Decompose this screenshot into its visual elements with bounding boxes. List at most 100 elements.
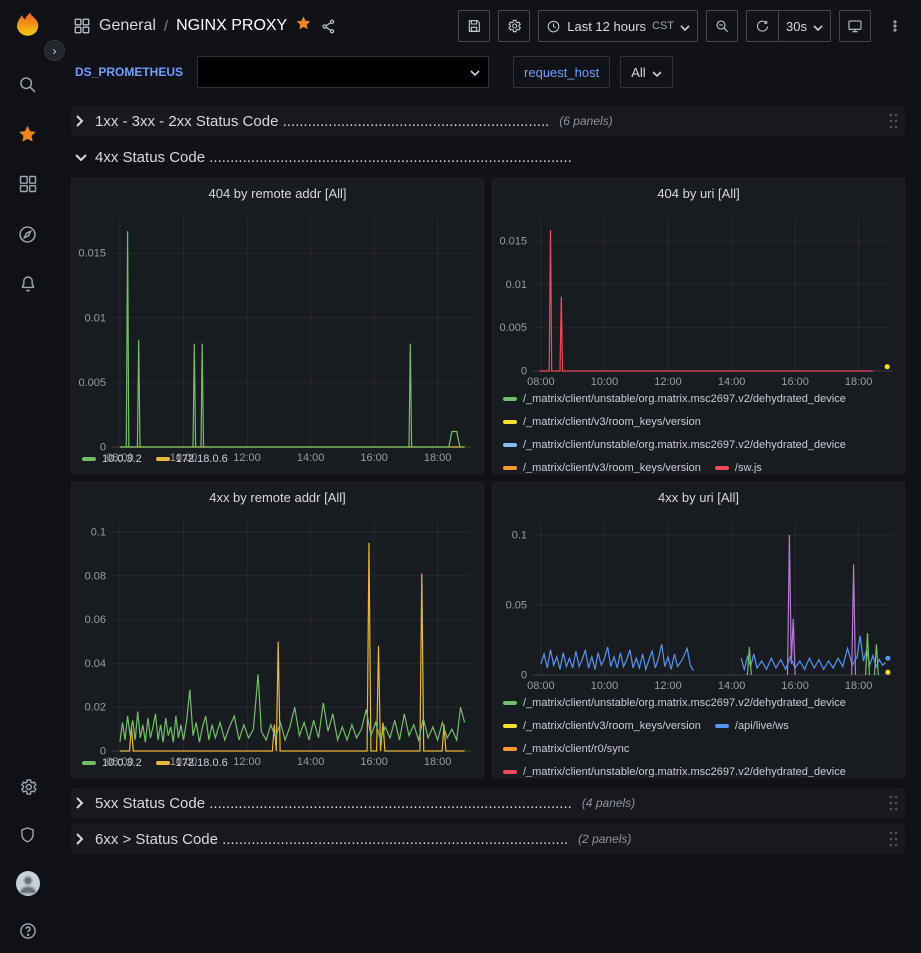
legend-swatch <box>715 466 729 470</box>
sidebar-item-profile[interactable] <box>16 871 40 895</box>
dashboard-header: General / NGINX PROXY La <box>55 0 921 52</box>
legend-item[interactable]: /api/live/ws <box>715 718 789 734</box>
legend-item[interactable]: /_matrix/client/unstable/org.matrix.msc2… <box>503 764 846 777</box>
dashboard-settings-button[interactable] <box>498 10 530 42</box>
save-dashboard-button[interactable] <box>458 10 490 42</box>
timeseries-chart[interactable]: 08:0010:0012:0014:0016:0018:0000.050.1 <box>493 513 904 693</box>
header-actions: Last 12 hours CST 30s <box>458 10 911 42</box>
cycle-view-mode-button[interactable] <box>839 10 871 42</box>
request-host-label[interactable]: request_host <box>513 56 610 88</box>
legend-swatch <box>156 457 170 461</box>
panel-grid-4xx: 404 by remote addr [All] 08:0010:0012:00… <box>71 178 905 778</box>
row-header-6xx[interactable]: 6xx > Status Code ......................… <box>71 824 905 854</box>
request-host-select[interactable]: All <box>620 56 672 88</box>
timeseries-chart[interactable]: 08:0010:0012:0014:0016:0018:0000.020.040… <box>72 513 483 753</box>
svg-text:0.02: 0.02 <box>85 702 106 714</box>
apps-icon <box>73 17 91 35</box>
legend-item[interactable]: /sw.js <box>715 460 762 473</box>
row-header-5xx[interactable]: 5xx Status Code ........................… <box>71 788 905 818</box>
more-options-button[interactable] <box>879 10 911 42</box>
legend-item[interactable]: /_matrix/client/r0/sync <box>503 741 629 757</box>
svg-text:08:00: 08:00 <box>527 680 555 692</box>
refresh-interval-dropdown[interactable]: 30s <box>778 10 831 42</box>
zoom-out-button[interactable] <box>706 10 738 42</box>
sidebar-item-alerting[interactable] <box>16 272 40 296</box>
time-range-picker[interactable]: Last 12 hours CST <box>538 10 698 42</box>
svg-text:12:00: 12:00 <box>654 680 682 692</box>
dashboard-body: 1xx - 3xx - 2xx Status Code ............… <box>55 98 921 953</box>
svg-text:0.005: 0.005 <box>499 322 527 334</box>
panel-title[interactable]: 4xx by uri [All] <box>493 483 904 513</box>
svg-text:0.015: 0.015 <box>499 236 527 248</box>
chevron-right-icon <box>75 115 95 127</box>
grafana-app: › <box>0 0 921 953</box>
svg-text:0.01: 0.01 <box>506 279 527 291</box>
row-drag-handle[interactable] <box>887 112 899 130</box>
legend-item[interactable]: /_matrix/client/unstable/org.matrix.msc2… <box>503 437 846 453</box>
datasource-select[interactable] <box>197 56 489 88</box>
legend-item[interactable]: 172.18.0.6 <box>156 451 228 467</box>
legend-label: /_matrix/client/unstable/org.matrix.msc2… <box>523 391 846 407</box>
svg-text:0.1: 0.1 <box>512 530 527 542</box>
gear-icon <box>18 777 38 797</box>
legend-item[interactable]: /_matrix/client/v3/room_keys/version <box>503 718 701 734</box>
svg-text:0.05: 0.05 <box>506 600 527 612</box>
grafana-flame-icon <box>12 11 44 41</box>
row-drag-handle[interactable] <box>887 794 899 812</box>
panel-legend: /_matrix/client/unstable/org.matrix.msc2… <box>493 389 904 473</box>
datasource-variable-label[interactable]: DS_PROMETHEUS <box>71 65 187 79</box>
row-header-1xx-3xx-2xx[interactable]: 1xx - 3xx - 2xx Status Code ............… <box>71 106 905 136</box>
timezone-label: CST <box>652 20 674 32</box>
row-title: 1xx - 3xx - 2xx Status Code ............… <box>95 113 549 130</box>
legend-item[interactable]: /_matrix/client/v3/room_keys/version <box>503 460 701 473</box>
legend-item[interactable]: 10.0.3.2 <box>82 755 142 771</box>
row-header-4xx[interactable]: 4xx Status Code ........................… <box>71 142 905 172</box>
compass-icon <box>17 224 38 245</box>
svg-text:0.1: 0.1 <box>91 527 106 539</box>
grafana-logo[interactable] <box>9 8 47 44</box>
panel-title[interactable]: 4xx by remote addr [All] <box>72 483 483 513</box>
sidebar-item-explore[interactable] <box>16 222 40 246</box>
legend-label: /_matrix/client/unstable/org.matrix.msc2… <box>523 764 846 777</box>
breadcrumb-dashboard-title[interactable]: NGINX PROXY <box>176 17 287 35</box>
svg-text:0.01: 0.01 <box>85 312 106 324</box>
gear-icon <box>506 18 522 34</box>
zoom-out-icon <box>714 18 730 34</box>
legend-item[interactable]: 172.18.0.6 <box>156 755 228 771</box>
row-drag-handle[interactable] <box>887 830 899 848</box>
timeseries-chart[interactable]: 08:0010:0012:0014:0016:0018:0000.0050.01… <box>72 209 483 449</box>
panel-legend: 10.0.3.2 172.18.0.6 <box>72 753 483 777</box>
legend-label: /_matrix/client/unstable/org.matrix.msc2… <box>523 437 846 453</box>
chevron-right-icon <box>75 797 95 809</box>
legend-label: 10.0.3.2 <box>102 451 142 467</box>
legend-label: 10.0.3.2 <box>102 755 142 771</box>
legend-swatch <box>503 747 517 751</box>
monitor-icon <box>847 18 863 34</box>
legend-item[interactable]: /_matrix/client/unstable/org.matrix.msc2… <box>503 391 846 407</box>
shield-icon <box>18 825 37 845</box>
sidebar-item-configuration[interactable] <box>16 775 40 799</box>
timeseries-chart[interactable]: 08:0010:0012:0014:0016:0018:0000.0050.01… <box>493 209 904 389</box>
panel-title[interactable]: 404 by uri [All] <box>493 179 904 209</box>
svg-text:18:00: 18:00 <box>845 376 873 388</box>
breadcrumb-section[interactable]: General <box>99 17 156 35</box>
sidebar-item-dashboards[interactable] <box>16 172 40 196</box>
legend-swatch <box>503 420 517 424</box>
panel-title[interactable]: 404 by remote addr [All] <box>72 179 483 209</box>
legend-label: 172.18.0.6 <box>176 755 228 771</box>
row-title: 6xx > Status Code ......................… <box>95 831 568 848</box>
sidebar-expand-button[interactable]: › <box>44 40 65 61</box>
question-circle-icon <box>18 921 38 941</box>
sidebar-item-server-admin[interactable] <box>16 823 40 847</box>
sidebar-item-starred[interactable] <box>16 122 40 146</box>
sidebar-item-help[interactable] <box>16 919 40 943</box>
legend-item[interactable]: /_matrix/client/unstable/org.matrix.msc2… <box>503 695 846 711</box>
legend-item[interactable]: 10.0.3.2 <box>82 451 142 467</box>
favorite-star-icon[interactable] <box>295 15 312 37</box>
chevron-down-icon <box>75 153 95 162</box>
refresh-button[interactable] <box>746 10 778 42</box>
sidebar-item-search[interactable] <box>16 72 40 96</box>
legend-item[interactable]: /_matrix/client/v3/room_keys/version <box>503 414 701 430</box>
legend-swatch <box>503 466 517 470</box>
share-icon[interactable] <box>320 18 337 35</box>
